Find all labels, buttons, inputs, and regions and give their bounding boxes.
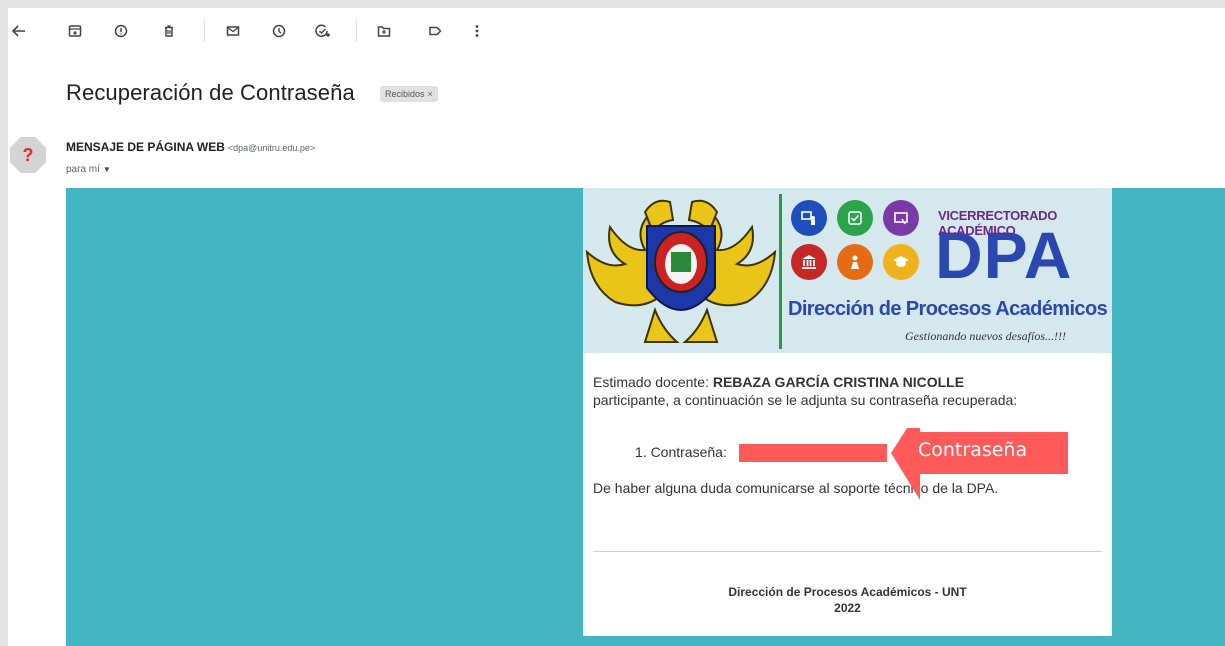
- remove-label-icon[interactable]: ×: [428, 89, 433, 99]
- annotation-label: Contraseña: [918, 439, 1028, 461]
- more-vertical-icon[interactable]: [466, 20, 488, 42]
- window-frame-left: [0, 0, 8, 646]
- footer-year: 2022: [834, 601, 861, 615]
- toolbar-separator: [204, 20, 205, 42]
- toolbar-separator: [356, 20, 357, 42]
- vicerrectorado-header: VICERRECTORADO ACADÉMICO: [938, 208, 1058, 238]
- student-icon: [837, 244, 873, 280]
- recipient-details-toggle[interactable]: para mí ▼: [66, 164, 111, 175]
- message-footer: Dirección de Procesos Académicos - UNT 2…: [583, 584, 1112, 616]
- recipient-text: para mí: [66, 164, 100, 175]
- inbox-label-chip[interactable]: Recibidos ×: [380, 86, 438, 102]
- banner-slogan: Gestionando nuevos desafíos...!!!: [905, 329, 1066, 343]
- delete-icon[interactable]: [158, 20, 180, 42]
- dpa-banner: DPA VICERRECTORADO ACADÉMICO Dirección d…: [583, 188, 1112, 353]
- institution-icon: [791, 244, 827, 280]
- label-icon[interactable]: [424, 20, 446, 42]
- password-list-item: 1. Contraseña:: [635, 444, 727, 460]
- instructions-text: participante, a continuación se le adjun…: [593, 392, 1018, 408]
- checklist-icon: [837, 200, 873, 236]
- teacher-icon: [791, 200, 827, 236]
- back-arrow-icon[interactable]: [8, 20, 30, 42]
- window-frame-top: [0, 0, 1225, 8]
- sender-avatar: ?: [10, 137, 46, 173]
- add-task-icon[interactable]: [312, 20, 334, 42]
- graduation-cap-icon: [883, 244, 919, 280]
- mark-unread-icon[interactable]: [222, 20, 244, 42]
- email-toolbar: [0, 8, 1225, 52]
- inbox-label-text: Recibidos: [385, 89, 425, 99]
- greeting-text: Estimado docente:: [593, 374, 713, 390]
- avatar-question-icon: ?: [22, 144, 34, 165]
- online-icon: [883, 200, 919, 236]
- footer-divider: [593, 551, 1102, 552]
- password-redaction: [739, 444, 887, 462]
- footer-organization: Dirección de Procesos Académicos - UNT: [728, 585, 967, 599]
- report-spam-icon[interactable]: [110, 20, 132, 42]
- sender-line: MENSAJE DE PÁGINA WEB <dpa@unitru.edu.pe>: [66, 140, 315, 154]
- snooze-icon[interactable]: [268, 20, 290, 42]
- sender-email: <dpa@unitru.edu.pe>: [227, 143, 316, 153]
- move-to-icon[interactable]: [373, 20, 395, 42]
- email-subject: Recuperación de Contraseña: [66, 80, 355, 105]
- university-emblem-icon: [585, 199, 777, 343]
- chevron-down-icon: ▼: [102, 165, 111, 174]
- sender-name: MENSAJE DE PÁGINA WEB: [66, 140, 225, 154]
- message-card: DPA VICERRECTORADO ACADÉMICO Dirección d…: [583, 188, 1112, 636]
- department-name: Dirección de Procesos Académicos: [788, 298, 1108, 320]
- banner-divider: [779, 194, 782, 349]
- message-greeting: Estimado docente: REBAZA GARCÍA CRISTINA…: [593, 373, 1103, 409]
- teacher-name: REBAZA GARCÍA CRISTINA NICOLLE: [712, 374, 965, 390]
- archive-icon[interactable]: [64, 20, 86, 42]
